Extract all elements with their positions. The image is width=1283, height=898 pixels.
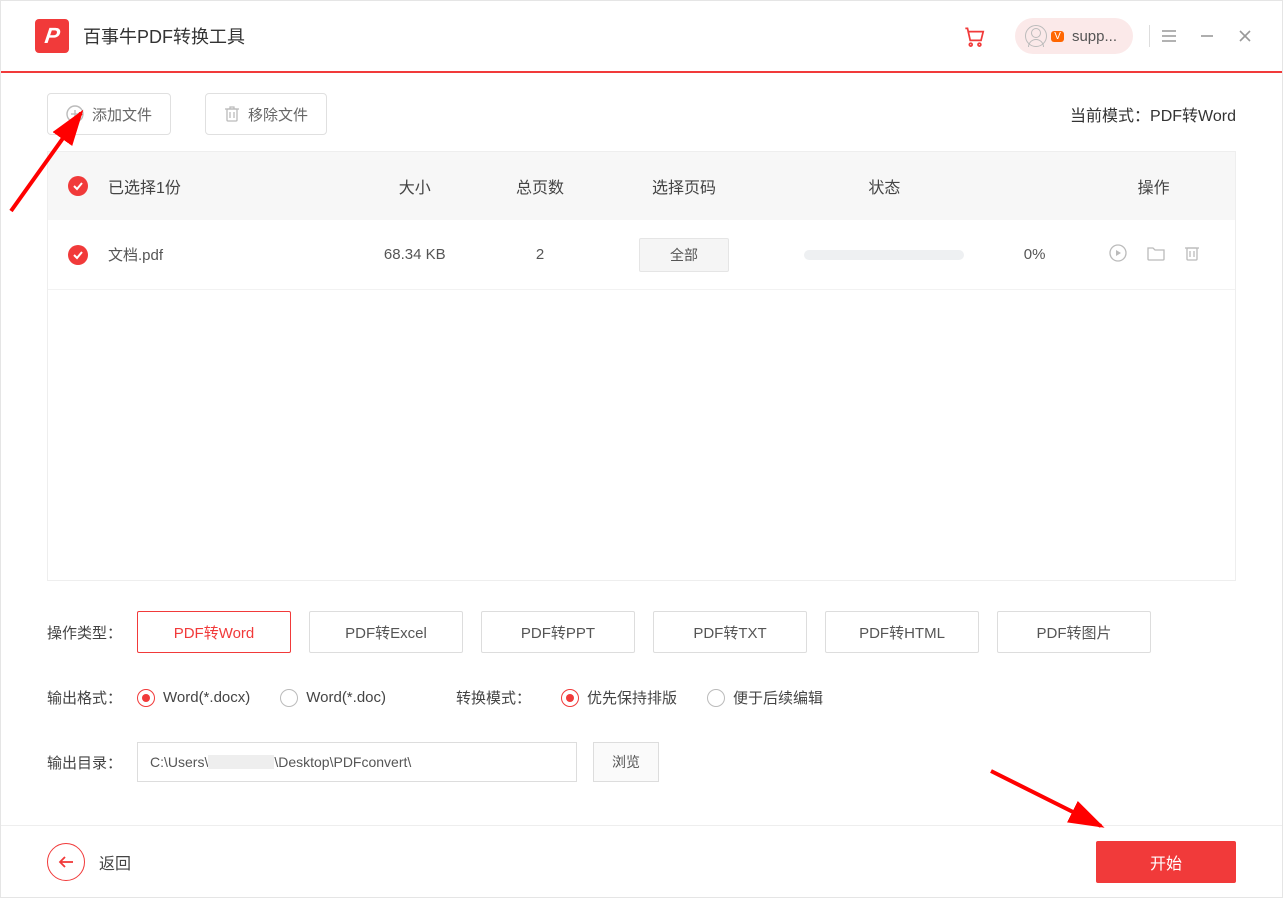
cell-pages: 2 xyxy=(484,246,597,263)
current-mode: 当前模式：PDF转Word xyxy=(1070,102,1236,126)
app-window: P 百事牛PDF转换工具 V supp... 添加文件 xyxy=(0,0,1283,898)
close-icon[interactable] xyxy=(1236,27,1254,45)
col-ops: 操作 xyxy=(1072,174,1235,198)
titlebar: P 百事牛PDF转换工具 V supp... xyxy=(1,1,1282,73)
start-button[interactable]: 开始 xyxy=(1096,841,1236,883)
row-checkbox[interactable] xyxy=(68,245,88,265)
operation-type-row: 操作类型： PDF转Word PDF转Excel PDF转PPT PDF转TXT… xyxy=(47,611,1236,653)
progress-bar xyxy=(804,250,964,260)
back-label: 返回 xyxy=(99,850,131,874)
folder-icon[interactable] xyxy=(1146,244,1166,266)
add-file-button[interactable]: 添加文件 xyxy=(47,93,171,135)
play-icon[interactable] xyxy=(1108,243,1128,267)
trash-icon xyxy=(224,105,240,123)
divider xyxy=(1149,25,1150,47)
cell-size: 68.34 KB xyxy=(346,246,484,263)
col-selected: 已选择1份 xyxy=(108,174,346,198)
mode-keep-layout-radio[interactable]: 优先保持排版 xyxy=(561,687,677,708)
plus-circle-icon xyxy=(66,105,84,123)
file-table: 已选择1份 大小 总页数 选择页码 状态 操作 文档.pdf 68.34 KB … xyxy=(47,151,1236,581)
col-range: 选择页码 xyxy=(596,174,771,198)
type-pdf-to-excel[interactable]: PDF转Excel xyxy=(309,611,463,653)
page-range-button[interactable]: 全部 xyxy=(639,238,729,272)
minimize-icon[interactable] xyxy=(1198,27,1216,45)
type-pdf-to-image[interactable]: PDF转图片 xyxy=(997,611,1151,653)
output-format-row: 输出格式： Word(*.docx) Word(*.doc) 转换模式： 优先保… xyxy=(47,687,1236,708)
app-title: 百事牛PDF转换工具 xyxy=(83,23,245,49)
cell-filename: 文档.pdf xyxy=(108,244,346,265)
cell-percent: 0% xyxy=(997,246,1072,263)
output-dir-row: 输出目录： C:\Users\ \Desktop\PDFconvert\ 浏览 xyxy=(47,742,1236,782)
cart-icon[interactable] xyxy=(961,23,987,49)
arrow-left-icon xyxy=(57,854,75,870)
back-button[interactable] xyxy=(47,843,85,881)
output-dir-input[interactable]: C:\Users\ \Desktop\PDFconvert\ xyxy=(137,742,577,782)
user-pill[interactable]: V supp... xyxy=(1015,18,1133,54)
app-logo: P xyxy=(35,19,69,53)
user-avatar-icon xyxy=(1025,25,1047,47)
select-all-checkbox[interactable] xyxy=(68,176,88,196)
convert-mode-label: 转换模式： xyxy=(456,687,531,708)
col-status: 状态 xyxy=(772,174,997,198)
format-docx-radio[interactable]: Word(*.docx) xyxy=(137,689,250,707)
type-pdf-to-word[interactable]: PDF转Word xyxy=(137,611,291,653)
browse-button[interactable]: 浏览 xyxy=(593,742,659,782)
delete-row-icon[interactable] xyxy=(1184,244,1200,266)
remove-file-button[interactable]: 移除文件 xyxy=(205,93,327,135)
table-row: 文档.pdf 68.34 KB 2 全部 0% xyxy=(48,220,1235,290)
format-doc-radio[interactable]: Word(*.doc) xyxy=(280,689,386,707)
col-pages: 总页数 xyxy=(484,174,597,198)
footer: 返回 开始 xyxy=(1,825,1282,897)
type-pdf-to-ppt[interactable]: PDF转PPT xyxy=(481,611,635,653)
user-name: supp... xyxy=(1072,28,1117,45)
redacted-segment xyxy=(208,755,274,769)
type-pdf-to-html[interactable]: PDF转HTML xyxy=(825,611,979,653)
type-pdf-to-txt[interactable]: PDF转TXT xyxy=(653,611,807,653)
table-header: 已选择1份 大小 总页数 选择页码 状态 操作 xyxy=(48,152,1235,220)
toolbar: 添加文件 移除文件 当前模式：PDF转Word xyxy=(1,73,1282,135)
vip-badge-icon: V xyxy=(1051,31,1064,42)
options-panel: 操作类型： PDF转Word PDF转Excel PDF转PPT PDF转TXT… xyxy=(1,581,1282,782)
mode-easy-edit-radio[interactable]: 便于后续编辑 xyxy=(707,687,823,708)
menu-icon[interactable] xyxy=(1160,27,1178,45)
col-size: 大小 xyxy=(346,174,484,198)
